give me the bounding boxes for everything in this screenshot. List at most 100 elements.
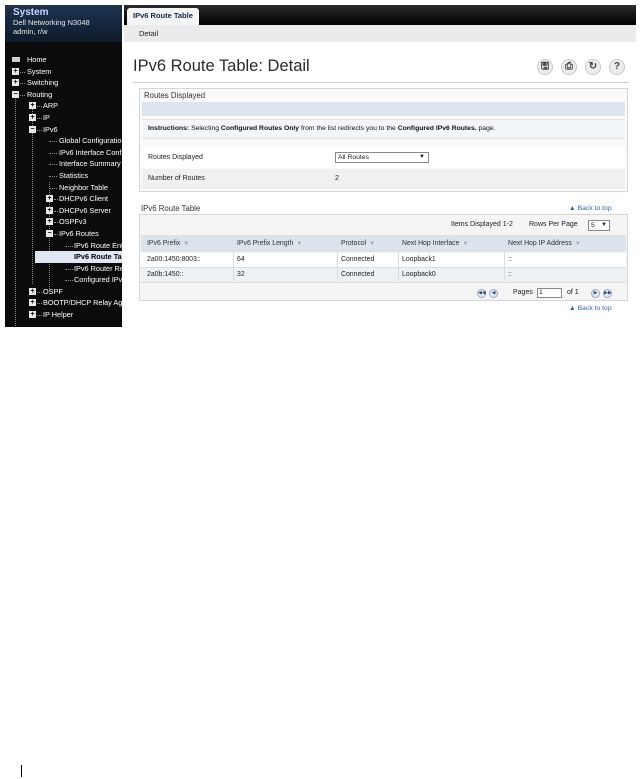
sidebar-item-label: Home [27, 55, 47, 64]
routes-displayed-value: All Routes [338, 154, 369, 161]
sidebar-item-ip-helper[interactable]: + IP Helper [5, 309, 122, 321]
column-header-next-hop-ip-address[interactable]: Next Hop IP Address ▼ [508, 235, 581, 253]
expand-icon[interactable]: + [12, 79, 19, 87]
sidebar-header: System Dell Networking N3048 admin, r/w [5, 5, 122, 42]
instructions-emphasis: Configured IPv6 Routes. [397, 125, 477, 132]
route-table-panel: Items Displayed 1-2 Rows Per Page 5 ▼ IP… [139, 214, 628, 301]
back-to-top-link[interactable]: ▲ Back to top [569, 205, 612, 212]
sidebar-item-switching[interactable]: + Switching [5, 77, 122, 89]
items-displayed: Items Displayed 1-2 [451, 221, 513, 228]
sidebar-item-ipv6-route-entry[interactable]: IPv6 Route Entr [5, 240, 122, 252]
expand-icon[interactable]: + [29, 311, 36, 319]
previous-page-icon[interactable]: ◀ [489, 289, 498, 298]
back-to-top-link[interactable]: ▲ Back to top [569, 305, 612, 312]
expand-icon[interactable]: + [29, 113, 36, 121]
sidebar-item-system[interactable]: + System [5, 66, 122, 78]
sidebar-item-ip[interactable]: + IP [5, 112, 122, 124]
sidebar-item-label: Configured IPv [74, 275, 122, 285]
sidebar-item-bootp-dhcp-relay-agent[interactable]: + BOOTP/DHCP Relay Ag [5, 297, 122, 309]
save-icon[interactable]: 🖫 [537, 59, 553, 75]
sidebar-item-label: Routing [27, 89, 53, 99]
cell-protocol: Connected [341, 271, 375, 278]
column-header-next-hop-interface[interactable]: Next Hop Interface ▼ [402, 235, 468, 253]
expand-icon[interactable]: + [46, 218, 53, 226]
sidebar-item-neighbor-table[interactable]: Neighbor Table [5, 182, 122, 194]
sidebar-item-label: ARP [43, 101, 59, 111]
expand-icon[interactable]: + [46, 206, 53, 214]
expand-icon[interactable]: + [29, 287, 36, 295]
cell-ipv6-prefix: 2a00:1450:8003:: [147, 256, 201, 263]
rows-per-page-select[interactable]: 5 ▼ [588, 220, 610, 231]
sort-icon: ▼ [183, 241, 190, 247]
navigation-tree: Home + System + Switching − Routing + AR… [5, 42, 122, 327]
number-of-routes-value: 2 [335, 175, 339, 182]
sidebar-item-label: IPv6 Router Re [74, 263, 122, 273]
sidebar-item-label: DHCPv6 Server [59, 205, 111, 215]
column-header-label: Next Hop Interface [402, 240, 460, 247]
sidebar-item-label: IPv6 Route Entr [74, 240, 122, 250]
sidebar-item-ipv6-routes[interactable]: − IPv6 Routes [5, 228, 122, 240]
next-page-icon[interactable]: ▶ [591, 289, 600, 298]
tab-bar: IPv6 Route Table [124, 5, 636, 25]
sidebar-item-ospf[interactable]: + OSPF [5, 286, 122, 298]
sidebar-item-home[interactable]: Home [5, 54, 122, 66]
collapse-icon[interactable]: − [12, 90, 19, 98]
sidebar-item-label: Global Configuratio [59, 136, 122, 146]
sort-icon: ▼ [296, 241, 303, 247]
page-number-input[interactable]: 1 [537, 288, 562, 298]
sidebar-item-configured-ipv6-routes[interactable]: Configured IPv [5, 274, 122, 286]
expand-icon[interactable]: + [29, 102, 36, 110]
sidebar-item-ipv6-router-reachability[interactable]: IPv6 Router Re [5, 263, 122, 275]
print-icon[interactable]: ⎙ [561, 59, 577, 75]
sidebar-item-global-configuration[interactable]: Global Configuratio [5, 135, 122, 147]
sidebar-item-dhcpv6-server[interactable]: + DHCPv6 Server [5, 205, 122, 217]
sidebar-item-interface-summary[interactable]: Interface Summary [5, 158, 122, 170]
routes-displayed-row: Routes Displayed All Routes ▼ [142, 148, 625, 168]
last-page-icon[interactable]: ▶▶ [603, 289, 612, 298]
sidebar-item-label: Neighbor Table [59, 182, 108, 192]
table-header: IPv6 Prefix ▼ IPv6 Prefix Length ▼ Protoco… [141, 235, 626, 252]
sub-tab-bar: Detail [124, 25, 636, 42]
sidebar-item-label: IPv6 Route Ta [74, 252, 122, 262]
refresh-icon[interactable]: ↻ [585, 59, 601, 75]
sidebar-item-routing[interactable]: − Routing [5, 89, 122, 101]
column-header-label: Next Hop IP Address [508, 240, 572, 247]
column-header-protocol[interactable]: Protocol ▼ [341, 235, 375, 253]
instructions-label: Instructions: [148, 125, 192, 132]
rows-per-page-value: 5 [591, 222, 595, 229]
collapse-icon[interactable]: − [46, 229, 53, 237]
sidebar-item-ipv6-interface-configuration[interactable]: IPv6 Interface Confi [5, 147, 122, 159]
expand-icon[interactable]: + [29, 299, 36, 307]
column-header-ipv6-prefix-length[interactable]: IPv6 Prefix Length ▼ [237, 235, 302, 253]
help-icon[interactable]: ? [609, 59, 625, 75]
cell-next-hop-ip: :: [508, 256, 512, 263]
route-table-title: IPv6 Route Table [141, 204, 201, 213]
collapse-icon[interactable]: − [29, 125, 36, 133]
sidebar-title: System [13, 7, 49, 18]
cell-protocol: Connected [341, 256, 375, 263]
panel-title: Routes Displayed [144, 91, 206, 100]
first-page-icon[interactable]: ◀◀ [477, 289, 486, 298]
dropdown-arrow-icon: ▼ [419, 154, 425, 160]
routes-displayed-select[interactable]: All Routes ▼ [335, 152, 429, 163]
sidebar-item-ipv6[interactable]: − IPv6 [5, 124, 122, 136]
column-header-ipv6-prefix[interactable]: IPv6 Prefix ▼ [147, 235, 189, 253]
number-of-routes-row: Number of Routes 2 [142, 169, 625, 189]
column-header-label: Protocol [341, 240, 367, 247]
divider [21, 765, 22, 777]
user-info: admin, r/w [13, 27, 48, 36]
sidebar-item-label: IP [43, 112, 50, 122]
sidebar-item-dhcpv6-client[interactable]: + DHCPv6 Client [5, 193, 122, 205]
expand-icon[interactable]: + [12, 67, 19, 75]
device-name: Dell Networking N3048 [13, 18, 90, 27]
expand-icon[interactable]: + [46, 195, 53, 203]
sidebar-item-statistics[interactable]: Statistics [5, 170, 122, 182]
tab-detail[interactable]: Detail [139, 25, 158, 42]
sidebar-item-ipv6-route-table[interactable]: IPv6 Route Ta [5, 251, 122, 263]
sidebar-item-ospfv3[interactable]: + OSPFv3 [5, 216, 122, 228]
tab-ipv6-route-table[interactable]: IPv6 Route Table [127, 8, 199, 25]
sidebar-item-arp[interactable]: + ARP [5, 100, 122, 112]
sidebar-item-label: System [27, 66, 52, 76]
instructions-part: Selecting [191, 125, 221, 132]
divider [133, 82, 629, 83]
